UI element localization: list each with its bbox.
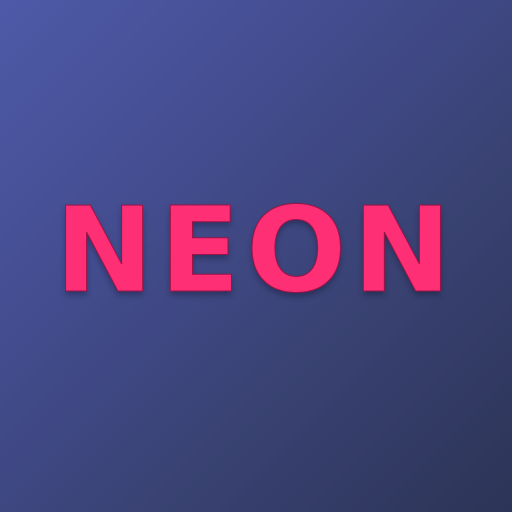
neon-logo-wordmark: NEON — [54, 181, 458, 319]
logo-canvas: NEON — [0, 0, 512, 512]
